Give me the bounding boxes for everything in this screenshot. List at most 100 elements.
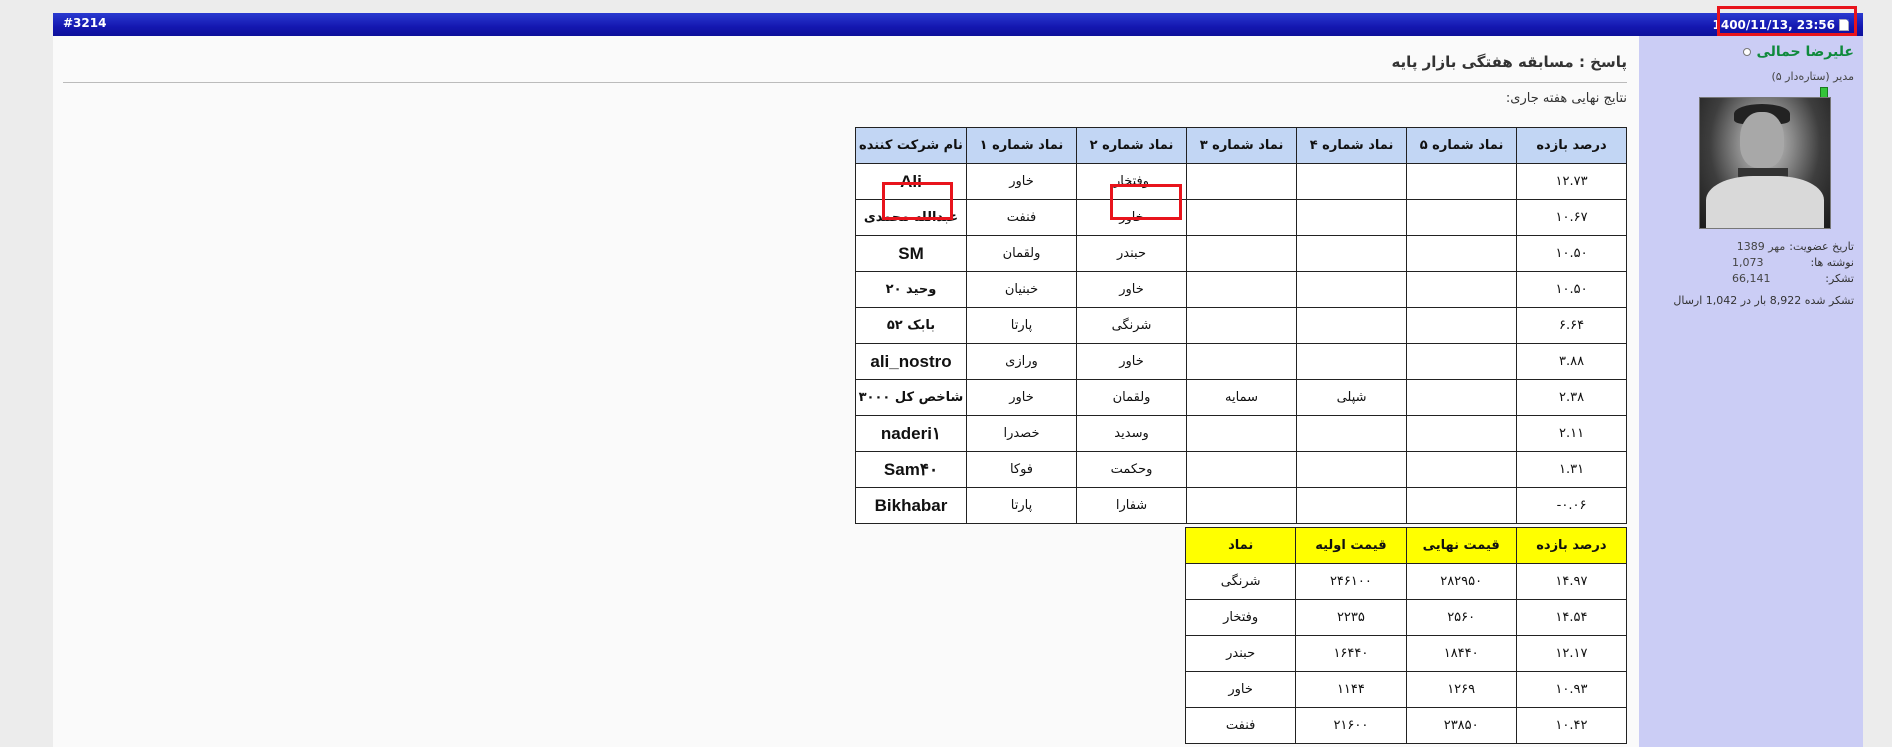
results-table-row: ۱۰.۵۰ خاور خبنیان وحید ۲۰ [855, 271, 1627, 308]
results-table-cell [1186, 235, 1298, 272]
participant-name-cell: ali_nostro [855, 343, 967, 380]
symbols-table-cell: ۱۴.۵۴ [1515, 599, 1628, 636]
results-table-cell [1406, 451, 1518, 488]
results-table-cell: ولقمان [965, 235, 1078, 272]
symbols-table-cell: ۱۶۴۴۰ [1295, 635, 1407, 672]
symbols-table-cell: ۲۳۸۵۰ [1405, 707, 1517, 744]
results-table-cell [1186, 307, 1298, 344]
symbols-table-cell: ۱۰.۴۲ [1515, 707, 1628, 744]
post-body: پاسخ : مسابقه هفتگی بازار پایه نتایج نها… [63, 36, 1639, 747]
results-table-row: ۰.۰۶- شفارا پارتا Bikhabar [855, 487, 1627, 524]
results-table-header-cell: نماد شماره ۱ [965, 127, 1078, 164]
symbols-table-header-cell: قیمت اولیه [1295, 527, 1407, 564]
results-table-cell: حبندر [1075, 235, 1188, 272]
results-table: درصد بازده نماد شماره ۵ نماد شماره ۴ نماد ش… [855, 127, 1627, 524]
results-table-cell: ۲.۳۸ [1516, 379, 1627, 416]
results-table-cell [1296, 235, 1408, 272]
results-table-cell [1406, 307, 1518, 344]
results-table-cell: ۱۲.۷۳ [1516, 163, 1627, 200]
results-table-cell: ۶.۶۴ [1516, 307, 1627, 344]
offline-status-icon [1743, 48, 1752, 56]
results-table-cell [1406, 199, 1518, 236]
symbols-table-cell: حبندر [1184, 635, 1297, 672]
thanks-label: تشکر: [1825, 272, 1854, 285]
post-title: پاسخ : مسابقه هفتگی بازار پایه [1391, 53, 1627, 71]
symbols-table-header-cell: نماد [1184, 527, 1297, 564]
results-table-cell: خاور [1075, 271, 1188, 308]
user-thanks-count: تشکر: 66,141 [1732, 272, 1854, 285]
results-table-cell [1296, 163, 1408, 200]
results-table-cell: ۱.۳۱ [1516, 451, 1627, 488]
post-number-link[interactable]: #3214 [63, 16, 106, 30]
participant-name-cell: SM [855, 235, 967, 272]
participant-name-cell: شاخص کل ۳۰۰۰ [855, 379, 967, 416]
results-table-cell: شفارا [1075, 487, 1188, 524]
results-table-cell: ۳.۸۸ [1516, 343, 1627, 380]
participant-name-cell: عبدالله محمدی [855, 199, 967, 236]
date-highlight-box [1717, 6, 1857, 36]
results-table-row: ۱۰.۵۰ حبندر ولقمان SM [855, 235, 1627, 272]
results-table-cell: فوکا [965, 451, 1078, 488]
symbols-table-header-cell: درصد بازده [1515, 527, 1628, 564]
results-table-cell [1186, 163, 1298, 200]
symbols-table-header: درصد بازده قیمت نهایی قیمت اولیه نماد [1184, 527, 1628, 564]
user-title: مدیر (ستاره‌دار ۵) [1771, 70, 1854, 83]
symbols-table-cell: ۲۱۶۰۰ [1295, 707, 1407, 744]
symbols-table-cell: وفتخار [1184, 599, 1297, 636]
results-table-cell [1186, 415, 1298, 452]
results-table-cell: خاور [965, 163, 1078, 200]
results-table-cell [1296, 415, 1408, 452]
results-table-row: ۲.۳۸ شپلی سمایه ولقمان خاور شاخص کل ۳۰۰۰ [855, 379, 1627, 416]
user-join-date: تاریخ عضویت: مهر 1389 [1725, 240, 1854, 253]
results-table-cell [1406, 271, 1518, 308]
results-table-row: ۲.۱۱ وسدید خصدرا naderi۱ [855, 415, 1627, 452]
results-table-cell: ۱۰.۵۰ [1516, 271, 1627, 308]
symbols-table-cell: ۱۴.۹۷ [1515, 563, 1628, 600]
results-table-cell [1296, 307, 1408, 344]
participant-name-cell: بابک ۵۲ [855, 307, 967, 344]
symbols-table-cell: ۲۸۲۹۵۰ [1405, 563, 1517, 600]
thanks-value: 66,141 [1732, 272, 1771, 285]
results-table-cell: ورازی [965, 343, 1078, 380]
symbols-table-cell: ۱۲.۱۷ [1515, 635, 1628, 672]
username-link[interactable]: علیرضا حمالی [1756, 44, 1854, 60]
participant-name-cell: وحید ۲۰ [855, 271, 967, 308]
forum-post: #3214 1400/11/13, 23:56 علیرضا حمالی مدی… [53, 6, 1863, 747]
symbols-table-cell: ۱۱۴۴ [1295, 671, 1407, 708]
avatar[interactable] [1699, 97, 1831, 229]
results-table-cell: وفتخار [1075, 163, 1188, 200]
results-table-cell: وسدید [1075, 415, 1188, 452]
results-table-header-cell: نماد شماره ۲ [1075, 127, 1188, 164]
user-info-panel: علیرضا حمالی مدیر (ستاره‌دار ۵) تاریخ عض… [1639, 36, 1863, 747]
symbols-table-header-cell: قیمت نهایی [1405, 527, 1517, 564]
results-table-cell: ۱۰.۵۰ [1516, 235, 1627, 272]
results-table-cell: فنفت [965, 199, 1078, 236]
symbols-table-row: ۱۰.۴۲ ۲۳۸۵۰ ۲۱۶۰۰ فنفت [1184, 707, 1628, 744]
results-table-cell [1406, 487, 1518, 524]
user-posts-count: نوشته ها: 1,073 [1732, 256, 1854, 269]
results-table-header-cell: نماد شماره ۵ [1406, 127, 1518, 164]
results-table-cell: خاور [1075, 343, 1188, 380]
title-divider [63, 82, 1627, 83]
symbols-table-cell: ۱۰.۹۳ [1515, 671, 1628, 708]
post-subtitle: نتایج نهایی هفته جاری: [1505, 91, 1627, 106]
symbols-table-row: ۱۰.۹۳ ۱۲۶۹ ۱۱۴۴ خاور [1184, 671, 1628, 708]
symbols-table-row: ۱۲.۱۷ ۱۸۴۴۰ ۱۶۴۴۰ حبندر [1184, 635, 1628, 672]
symbols-table-cell: ۲۲۳۵ [1295, 599, 1407, 636]
results-table-cell [1296, 199, 1408, 236]
join-date-label: تاریخ عضویت: [1789, 240, 1854, 253]
results-table-cell [1296, 487, 1408, 524]
results-table-cell [1296, 271, 1408, 308]
results-table-cell [1406, 343, 1518, 380]
results-table-cell [1406, 415, 1518, 452]
symbols-table-cell: شرنگی [1184, 563, 1297, 600]
participant-name-cell: Ali [855, 163, 967, 200]
results-table-cell: خبنیان [965, 271, 1078, 308]
posts-value: 1,073 [1732, 256, 1764, 269]
participant-name-cell: naderi۱ [855, 415, 967, 452]
thanked-summary: تشکر شده 8,922 بار در 1,042 ارسال [1673, 294, 1854, 307]
results-table-cell: شپلی [1296, 379, 1408, 416]
participant-name-cell: Sam۴۰ [855, 451, 967, 488]
join-date-value: مهر 1389 [1736, 240, 1786, 253]
results-table-cell: ولقمان [1075, 379, 1188, 416]
